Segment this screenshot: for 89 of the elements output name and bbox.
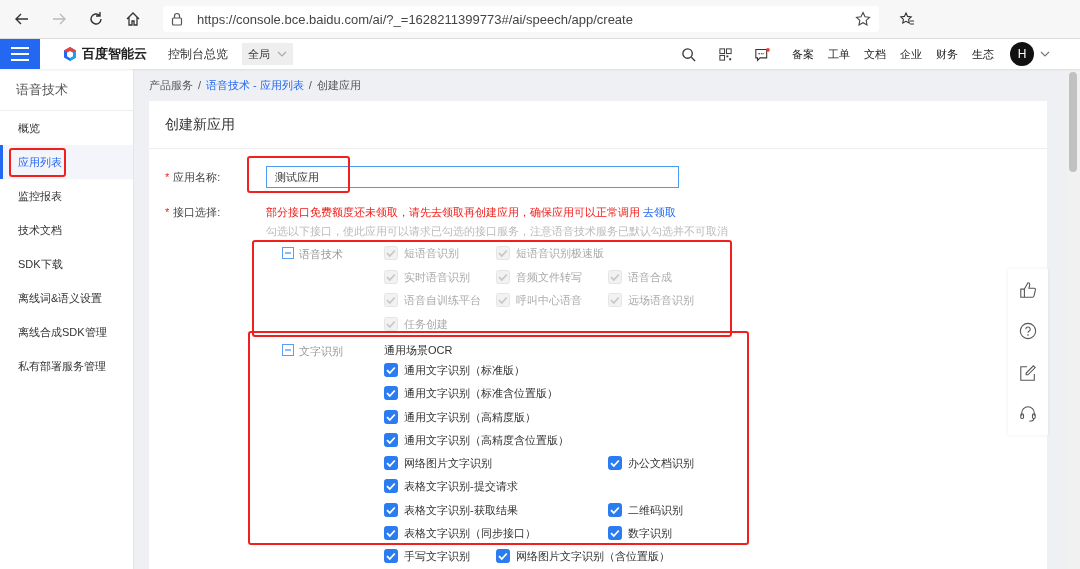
region-dropdown[interactable]: 全局 — [242, 43, 293, 65]
breadcrumb-item: / — [198, 79, 202, 91]
checkbox-label: 数字识别 — [628, 526, 672, 542]
search-icon[interactable] — [681, 46, 696, 62]
breadcrumb-item: 产品服务 — [149, 77, 193, 93]
checkbox-label: 网络图片文字识别（含位置版） — [516, 549, 670, 565]
refresh-icon[interactable] — [88, 11, 104, 27]
help-icon[interactable] — [1019, 322, 1037, 341]
breadcrumb-item: / — [308, 79, 312, 91]
app-name-field[interactable]: 测试应用 — [266, 166, 679, 188]
checkbox[interactable] — [384, 526, 398, 541]
group-label: 语音技术 — [299, 247, 343, 262]
checkbox[interactable] — [384, 456, 398, 471]
checkbox[interactable] — [384, 432, 398, 447]
required-mark: * — [165, 170, 170, 183]
breadcrumb-item: 创建应用 — [316, 77, 361, 93]
field-label: 接口选择: — [173, 206, 221, 218]
checkbox-label: 通用文字识别（高精度版） — [404, 409, 536, 425]
sidebar-item[interactable]: 监控报表 — [0, 179, 133, 213]
nav-link[interactable]: 备案 — [792, 46, 814, 62]
console-overview-link[interactable]: 控制台总览 — [168, 45, 228, 63]
sidebar-title: 语音技术 — [0, 69, 133, 111]
menu-icon[interactable] — [0, 39, 40, 69]
checkbox-label: 通用文字识别（标准含位置版） — [404, 386, 558, 402]
nav-link[interactable]: 文档 — [864, 46, 886, 62]
checkbox-label: 办公文档识别 — [628, 456, 694, 472]
checkbox-label: 任务创建 — [404, 316, 448, 332]
sidebar-item[interactable]: 概览 — [0, 111, 133, 145]
sidebar-item[interactable]: 技术文档 — [0, 213, 133, 247]
sidebar-item[interactable]: SDK下载 — [0, 247, 133, 281]
checkbox-label: 二维码识别 — [628, 502, 683, 518]
thumbs-up-icon[interactable] — [1019, 280, 1037, 299]
checkbox-label: 表格文字识别-提交请求 — [404, 479, 518, 495]
checkbox-label: 音频文件转写 — [516, 269, 582, 285]
checkbox-label: 实时语音识别 — [404, 269, 470, 285]
checkbox-label: 表格文字识别-获取结果 — [404, 502, 518, 518]
checkbox[interactable] — [384, 363, 398, 377]
home-icon[interactable] — [125, 11, 141, 27]
nav-link[interactable]: 企业 — [900, 46, 922, 62]
checkbox[interactable] — [608, 526, 622, 541]
checkbox-label: 短语音识别极速版 — [516, 246, 604, 261]
field-label: 应用名称: — [173, 170, 221, 183]
nav-link[interactable]: 财务 — [936, 46, 958, 62]
logo[interactable]: 百度智能云 — [62, 45, 147, 63]
checkbox-label: 网络图片文字识别 — [404, 456, 492, 472]
caret-icon[interactable] — [1040, 51, 1050, 57]
card-title: 创建新应用 — [149, 101, 1047, 149]
sidebar-item[interactable]: 私有部署服务管理 — [0, 349, 133, 383]
breadcrumb-item[interactable]: 语音技术 - 应用列表 — [206, 77, 304, 93]
checkbox[interactable] — [496, 549, 510, 564]
checkbox-label: 手写文字识别 — [404, 549, 470, 565]
lock-icon — [171, 12, 183, 26]
nav-link[interactable]: 生态 — [972, 46, 994, 62]
highlight-frame — [9, 147, 66, 177]
sidebar-item[interactable]: 离线词&语义设置 — [0, 281, 133, 315]
nav-link[interactable]: 工单 — [828, 46, 850, 62]
sidebar-item[interactable]: 离线合成SDK管理 — [0, 315, 133, 349]
sidebar-item[interactable]: 应用列表 — [0, 145, 133, 179]
add-favorite-icon[interactable] — [855, 11, 871, 27]
collapse-icon[interactable] — [282, 344, 294, 356]
claim-link[interactable]: 去领取 — [643, 206, 677, 218]
notice-text: 部分接口免费额度还未领取，请先去领取再创建应用，确保应用可以正常调用 — [266, 206, 640, 218]
edit-icon[interactable] — [1019, 363, 1037, 382]
collapse-icon[interactable] — [282, 247, 294, 259]
checkbox[interactable] — [384, 549, 398, 564]
headset-icon[interactable] — [1019, 405, 1037, 424]
checkbox-label: 通用文字识别（高精度含位置版） — [404, 432, 569, 448]
checkbox-label: 呼叫中心语音 — [516, 293, 582, 308]
address-bar[interactable]: https://console.bce.baidu.com/ai/?_=1628211399773#/ai/speech/app/create — [163, 6, 879, 32]
checkbox-label: 短语音识别 — [404, 246, 459, 261]
back-icon[interactable] — [14, 11, 30, 27]
checkbox-label: 语音合成 — [628, 269, 672, 285]
checkbox-label: 表格文字识别（同步接口） — [404, 526, 536, 542]
checkbox-label: 语音自训练平台 — [404, 293, 481, 308]
checkbox[interactable] — [384, 502, 398, 517]
checkbox[interactable] — [384, 409, 398, 424]
checkbox-label: 远场语音识别 — [628, 293, 694, 308]
group-label: 文字识别 — [299, 344, 343, 359]
avatar[interactable]: H — [1010, 42, 1034, 66]
required-mark: * — [165, 206, 170, 218]
checkbox[interactable] — [384, 479, 398, 494]
checkbox[interactable] — [608, 456, 622, 471]
grid-icon[interactable] — [718, 46, 733, 62]
checkbox[interactable] — [608, 502, 622, 517]
message-icon[interactable] — [755, 46, 770, 62]
checkbox[interactable] — [384, 386, 398, 401]
subheading: 通用场景OCR — [384, 343, 454, 358]
favorites-icon[interactable] — [899, 11, 915, 27]
checkbox-label: 通用文字识别（标准版） — [404, 363, 525, 378]
